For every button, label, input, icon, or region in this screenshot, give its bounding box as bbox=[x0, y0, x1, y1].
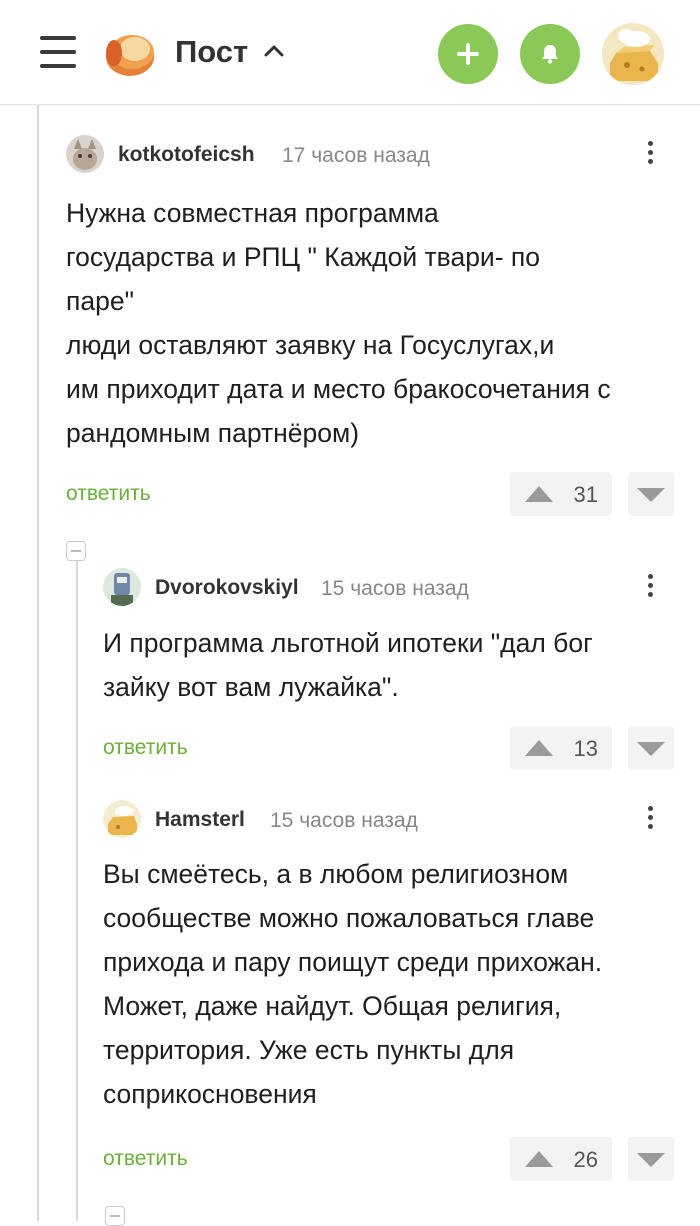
arrow-up-icon bbox=[525, 740, 553, 756]
add-post-button[interactable] bbox=[438, 24, 498, 84]
cheese-avatar-image bbox=[103, 800, 141, 838]
comment-text: Вы смеётесь, а в любом религиозном сообщ… bbox=[103, 852, 602, 1116]
comment-author[interactable]: Dvorokovskiyl bbox=[155, 576, 299, 600]
comment-text-line: территория. Уже есть пункты для bbox=[103, 1035, 515, 1065]
more-options-icon[interactable] bbox=[635, 137, 665, 173]
comment-time[interactable]: 15 часов назад bbox=[270, 809, 418, 833]
cat-avatar-image bbox=[66, 135, 104, 173]
comment-text-line: паре" bbox=[66, 286, 134, 316]
author-avatar[interactable] bbox=[66, 135, 104, 173]
arrow-down-icon bbox=[637, 742, 665, 756]
comment: Hamsterl 15 часов назад Вы смеётесь, а в… bbox=[103, 800, 676, 1190]
comment-text: Нужна совместная программа государства и… bbox=[66, 191, 611, 455]
comment-text-line: Нужна совместная программа bbox=[66, 198, 439, 228]
reply-link[interactable]: ответить bbox=[103, 736, 188, 760]
user-avatar[interactable] bbox=[602, 23, 664, 85]
chevron-up-icon[interactable] bbox=[263, 40, 285, 62]
comment-time[interactable]: 15 часов назад bbox=[321, 577, 469, 601]
comment-header: kotkotofeicsh 17 часов назад bbox=[66, 135, 676, 175]
collapse-thread-button[interactable] bbox=[66, 541, 86, 561]
comment-text-line: Может, даже найдут. Общая религия, bbox=[103, 991, 562, 1021]
arrow-up-icon bbox=[525, 1151, 553, 1167]
upvote-button[interactable]: 13 bbox=[510, 726, 612, 770]
plus-icon bbox=[457, 43, 479, 65]
comment-time[interactable]: 17 часов назад bbox=[282, 144, 430, 168]
rating-count: 26 bbox=[573, 1147, 598, 1172]
comment: Dvorokovskiyl 15 часов назад И программа… bbox=[103, 568, 676, 778]
user-avatar-image bbox=[602, 23, 664, 85]
comment-text-line: им приходит дата и место бракосочетания … bbox=[66, 374, 611, 404]
arrow-down-icon bbox=[637, 488, 665, 502]
pikabu-logo[interactable] bbox=[102, 27, 156, 79]
robot-avatar-image bbox=[103, 568, 141, 606]
comment-author[interactable]: Hamsterl bbox=[155, 808, 245, 832]
reply-link[interactable]: ответить bbox=[103, 1147, 188, 1171]
notifications-button[interactable] bbox=[520, 24, 580, 84]
collapse-thread-button[interactable] bbox=[105, 1206, 125, 1226]
rating-count: 31 bbox=[573, 482, 598, 507]
comment-text-line: государства и РПЦ " Каждой твари- по bbox=[66, 242, 541, 272]
arrow-down-icon bbox=[637, 1153, 665, 1167]
comment: kotkotofeicsh 17 часов назад Нужна совме… bbox=[66, 135, 676, 525]
comment-header: Hamsterl 15 часов назад bbox=[103, 800, 676, 840]
comment-text-line: рандомным партнёром) bbox=[66, 418, 360, 448]
downvote-button[interactable] bbox=[628, 726, 674, 770]
comment-text-line: И программа льготной ипотеки "дал бог bbox=[103, 628, 593, 658]
thread-line bbox=[37, 105, 39, 1221]
comment-text-line: зайку вот вам лужайка". bbox=[103, 672, 399, 702]
arrow-up-icon bbox=[525, 486, 553, 502]
comment-text-line: Вы смеётесь, а в любом религиозном bbox=[103, 859, 569, 889]
more-options-icon[interactable] bbox=[635, 802, 665, 838]
comment-text-line: прихода и пару поищут среди прихожан. bbox=[103, 947, 603, 977]
comment-text-line: люди оставляют заявку на Госуслугах,и bbox=[66, 330, 555, 360]
comment-header: Dvorokovskiyl 15 часов назад bbox=[103, 568, 676, 608]
downvote-button[interactable] bbox=[628, 472, 674, 516]
page-title[interactable]: Пост bbox=[175, 34, 248, 70]
reply-link[interactable]: ответить bbox=[66, 482, 151, 506]
author-avatar[interactable] bbox=[103, 568, 141, 606]
menu-icon[interactable] bbox=[40, 36, 76, 70]
upvote-button[interactable]: 26 bbox=[510, 1137, 612, 1181]
comment-text: И программа льготной ипотеки "дал бог за… bbox=[103, 621, 593, 709]
downvote-button[interactable] bbox=[628, 1137, 674, 1181]
comment-text-line: сообществе можно пожаловаться главе bbox=[103, 903, 595, 933]
upvote-button[interactable]: 31 bbox=[510, 472, 612, 516]
thread-line-nested bbox=[76, 561, 78, 1221]
bell-icon bbox=[542, 45, 558, 64]
more-options-icon[interactable] bbox=[635, 570, 665, 606]
comment-text-line: соприкосновения bbox=[103, 1079, 317, 1109]
rating-count: 13 bbox=[573, 736, 598, 761]
comment-author[interactable]: kotkotofeicsh bbox=[118, 143, 255, 167]
author-avatar[interactable] bbox=[103, 800, 141, 838]
top-bar: Пост bbox=[0, 0, 700, 105]
